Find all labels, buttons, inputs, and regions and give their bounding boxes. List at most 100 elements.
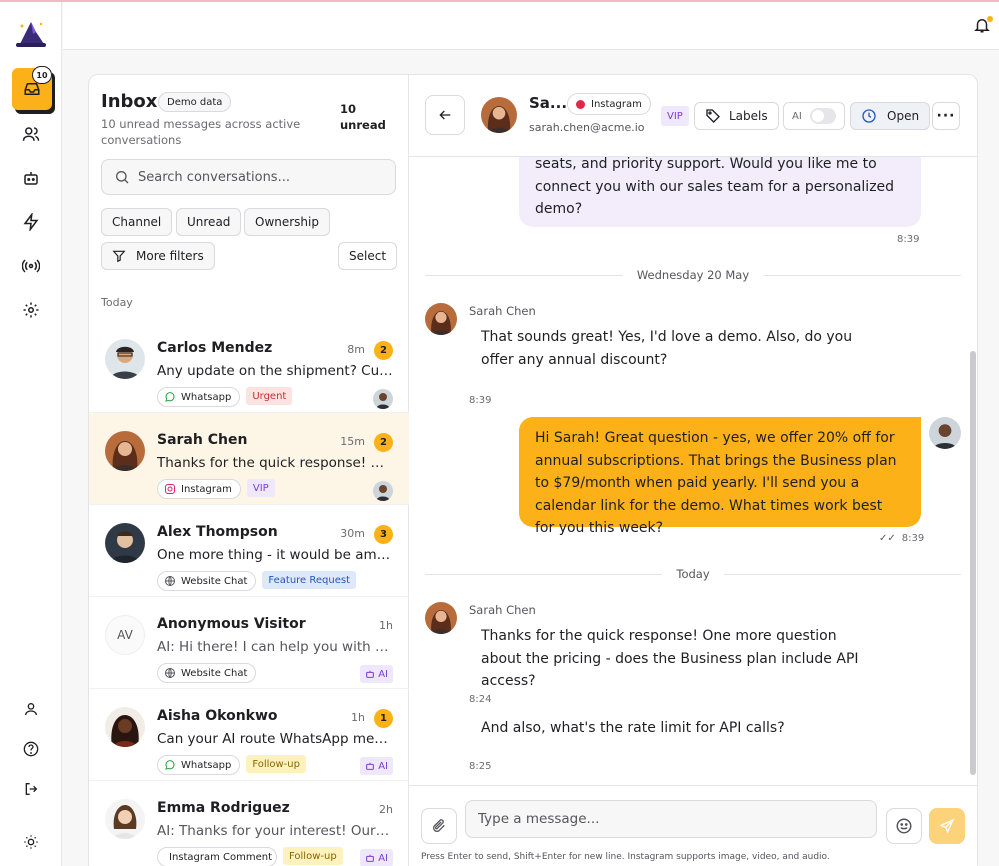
message-time: 8:24 [469,694,492,705]
avatar [105,523,145,563]
ai-toggle-switch[interactable] [809,108,836,124]
message-preview: AI: Thanks for your interest! Our team..… [157,823,393,839]
message-thread: seats, and priority support. Would you l… [409,157,977,785]
channel-tag: Instagram Comment [157,847,277,866]
unread-badge: 2 [374,433,393,452]
unread-badge: 3 [374,525,393,544]
wizard-logo[interactable] [14,18,48,48]
assigned-agent-avatar [373,389,393,409]
nav-automations[interactable] [20,211,42,233]
emoji-button[interactable] [886,808,922,844]
channel-tag: Website Chat [157,571,257,591]
select-label: Select [349,249,387,263]
ai-handled-tag: AI [360,757,393,775]
back-button[interactable] [425,95,465,135]
labels-button[interactable]: Labels [694,102,779,130]
help-icon [23,741,39,757]
inbox-subtitle: 10 unread messages across active convers… [101,117,301,147]
conversation-item[interactable]: Alex Thompson 30m 3 One more thing - it … [89,505,409,597]
message-preview: Thanks for the quick response! One more.… [157,455,393,471]
conversation-time: 1h [351,711,365,724]
ai-toggle[interactable]: AI [783,102,845,130]
more-filters-button[interactable]: More filters [101,242,215,270]
assigned-agent-avatar [373,481,393,501]
nav-contacts[interactable] [20,123,42,145]
section-today: Today [101,296,133,309]
conversation-item[interactable]: Carlos Mendez 8m 2 Any update on the shi… [89,321,409,413]
date-divider-label: Today [676,567,710,581]
filter-unread[interactable]: Unread [176,208,242,236]
conversation-item-selected[interactable]: Sarah Chen 15m 2 Thanks for the quick re… [89,413,409,505]
date-divider-label: Wednesday 20 May [636,268,750,282]
channel-label: Website Chat [181,667,248,679]
avatar [105,431,145,471]
scrollbar[interactable] [970,351,976,775]
conversation-item[interactable]: AV Anonymous Visitor 1h AI: Hi there! I … [89,597,409,689]
conversation-item[interactable]: Aisha Okonkwo 1h 1 Can your AI route Wha… [89,689,409,781]
agent-avatar [929,417,961,449]
sender-avatar [425,602,457,634]
nav-settings[interactable] [20,299,42,321]
filter-channel-label: Channel [112,215,162,229]
conversation-item[interactable]: Emma Rodriguez 2h AI: Thanks for your in… [89,781,409,866]
ai-label: AI [378,760,388,772]
tag-icon [706,109,720,123]
message-time: 8:39 [469,395,492,406]
conversation-time: 1h [379,619,393,632]
attach-button[interactable] [421,808,457,844]
icon-rail: 10 [0,2,62,866]
vip-tag: VIP [661,106,689,126]
sender-avatar [425,303,457,335]
contact-avatar [481,97,517,133]
channel-tag: Whatsapp [157,755,241,775]
nav-bots[interactable] [20,167,42,189]
globe-icon [165,668,175,678]
more-options-button[interactable]: ··· [932,102,960,130]
incoming-message: That sounds great! Yes, I'd love a demo.… [481,329,853,368]
paperclip-icon [433,819,445,832]
channel-tag: Whatsapp [157,387,241,407]
broadcast-icon [22,259,40,273]
nav-profile[interactable] [20,698,42,720]
send-button[interactable] [929,808,965,844]
channel-label: Instagram [181,483,232,495]
unread-count: 10 unread [340,102,386,132]
lightning-icon [23,213,39,231]
nav-broadcasts[interactable] [20,255,42,277]
search-input[interactable] [138,169,378,185]
contact-name: Aisha Okonkwo [157,708,278,724]
ai-handled-tag: AI [360,665,393,683]
filter-ownership[interactable]: Ownership [244,208,330,236]
filter-icon [112,250,126,263]
more-filters-label: More filters [136,249,204,263]
globe-icon [165,576,175,586]
bot-icon [366,762,375,770]
label-tag: Urgent [246,387,293,405]
more-icon: ··· [936,108,956,124]
nav-help[interactable] [20,738,42,760]
message-composer: Press Enter to send, Shift+Enter for new… [409,785,977,866]
channel-label: Instagram [591,98,642,110]
filter-channel[interactable]: Channel [101,208,173,236]
notifications-button[interactable] [973,16,993,36]
contact-name: Emma Rodriguez [157,800,290,816]
bot-icon [24,172,38,185]
gear-icon [23,302,39,318]
status-button[interactable]: Open [850,102,931,130]
search-box[interactable] [101,159,396,195]
contact-name: Sarah Chen [157,432,248,448]
message-input[interactable] [465,800,877,838]
theme-toggle[interactable] [20,831,42,853]
message-time: 8:39 [897,234,920,245]
label-tag: Follow-up [246,755,306,773]
message-preview: Can your AI route WhatsApp messages... [157,731,393,747]
composer-hint: Press Enter to send, Shift+Enter for new… [421,852,830,862]
channel-pill: Instagram [567,93,651,115]
send-icon [939,818,955,834]
select-button[interactable]: Select [338,242,398,270]
nav-logout[interactable] [20,778,42,800]
status-label: Open [887,109,920,123]
ai-label: AI [378,852,388,864]
demo-data-badge: Demo data [158,92,232,112]
label-tag: Feature Request [262,571,357,589]
